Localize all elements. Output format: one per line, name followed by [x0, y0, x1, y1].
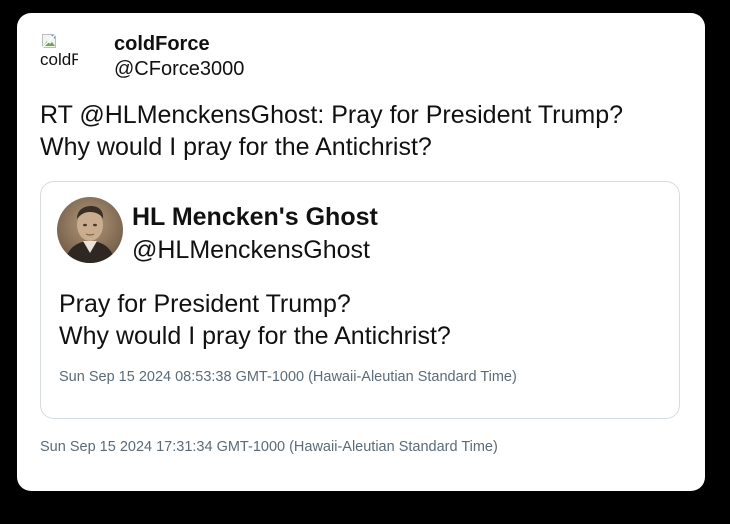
- avatar-alt-text: coldForce: [40, 50, 78, 69]
- author-display-name[interactable]: coldForce: [114, 33, 210, 56]
- quoted-text-line: Why would I pray for the Antichrist?: [59, 322, 451, 350]
- quoted-tweet[interactable]: HL Mencken's Ghost @HLMenckensGhost Pray…: [40, 181, 680, 419]
- quoted-text-line: Pray for President Trump?: [59, 290, 351, 318]
- tweet-card: coldForce coldForce @CForce3000 RT @HLMe…: [17, 13, 705, 491]
- tweet-timestamp[interactable]: Sun Sep 15 2024 17:31:34 GMT-1000 (Hawai…: [40, 439, 498, 455]
- author-handle[interactable]: @CForce3000: [114, 58, 244, 81]
- broken-image-icon: [42, 34, 56, 48]
- tweet-text-line: Why would I pray for the Antichrist?: [40, 133, 432, 161]
- tweet-text: RT @HLMenckensGhost: Pray for President …: [40, 99, 700, 163]
- author-avatar[interactable]: coldForce: [40, 31, 78, 75]
- tweet-text-line: RT @HLMenckensGhost: Pray for President …: [40, 101, 624, 129]
- quoted-author-handle[interactable]: @HLMenckensGhost: [132, 236, 370, 265]
- portrait-photo: [57, 197, 123, 263]
- quoted-tweet-timestamp[interactable]: Sun Sep 15 2024 08:53:38 GMT-1000 (Hawai…: [59, 369, 517, 385]
- quoted-tweet-text: Pray for President Trump? Why would I pr…: [59, 288, 451, 352]
- quoted-author-avatar[interactable]: [57, 197, 123, 263]
- quoted-author-display-name[interactable]: HL Mencken's Ghost: [132, 203, 378, 232]
- tweet-author: coldForce coldForce @CForce3000: [40, 31, 440, 87]
